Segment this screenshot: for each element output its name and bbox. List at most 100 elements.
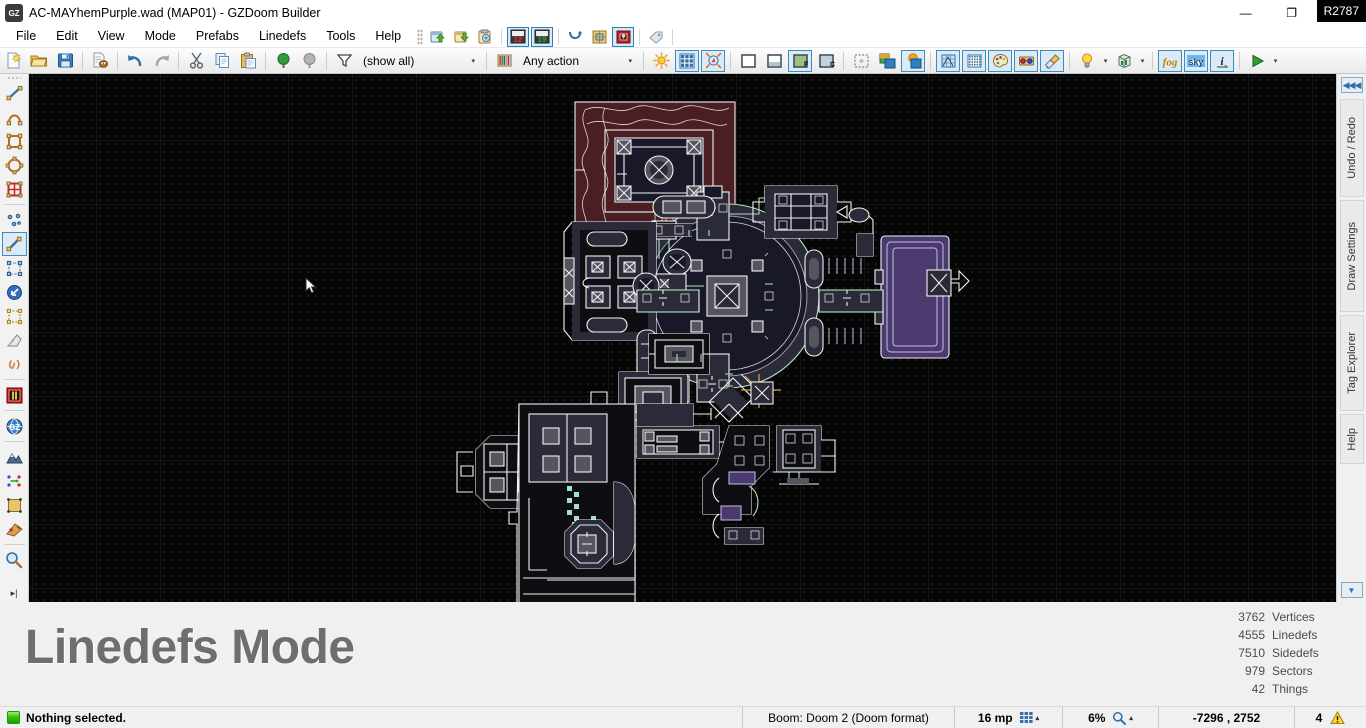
highlight-mode-icon[interactable]: [901, 49, 925, 72]
linedef-filter-combo[interactable]: (show all) ▾: [357, 51, 482, 71]
menu-mode[interactable]: Mode: [135, 26, 186, 47]
menu-view[interactable]: View: [88, 26, 135, 47]
status-zoom[interactable]: 6% ▴: [1062, 706, 1158, 728]
magnifier-icon[interactable]: [1112, 711, 1127, 725]
filter-funnel-icon[interactable]: [332, 50, 356, 72]
redo-icon[interactable]: [149, 50, 173, 72]
chevron-down-icon[interactable]: ▾: [1270, 57, 1281, 65]
tree-green-icon[interactable]: [271, 50, 295, 72]
paint-selection-icon[interactable]: [1040, 49, 1064, 72]
test-map-icon[interactable]: [88, 50, 112, 72]
color-palette-icon[interactable]: [988, 49, 1012, 72]
show-grid-icon[interactable]: [675, 49, 699, 72]
mode-visual-icon[interactable]: GZ: [2, 414, 27, 438]
menu-prefabs[interactable]: Prefabs: [186, 26, 249, 47]
action-list-icon[interactable]: [492, 50, 516, 72]
flip-sectors-icon[interactable]: [612, 26, 635, 47]
mode-thing-align-icon[interactable]: [2, 469, 27, 493]
tool-draw-grid-icon[interactable]: [2, 177, 27, 201]
chevron-down-icon[interactable]: ▾: [471, 57, 482, 65]
dock-tab-label: Undo / Redo: [1345, 117, 1358, 179]
mode-terrain-icon[interactable]: [2, 445, 27, 469]
mode-linedefs-icon[interactable]: [1, 232, 27, 256]
menu-edit[interactable]: Edit: [46, 26, 88, 47]
mode-slope-icon[interactable]: [2, 517, 27, 541]
new-map-icon[interactable]: [1, 50, 25, 72]
view-brightness-icon[interactable]: [762, 50, 786, 72]
warning-triangle-icon[interactable]: [1330, 710, 1346, 725]
menu-tools[interactable]: Tools: [316, 26, 365, 47]
grid-icon[interactable]: [1019, 712, 1033, 723]
test-map-icon[interactable]: [474, 27, 496, 47]
view-floors-icon[interactable]: F: [788, 49, 812, 72]
mode-bridge-icon[interactable]: [2, 493, 27, 517]
mode-find-replace-icon[interactable]: [2, 548, 27, 572]
paste-icon[interactable]: [236, 50, 260, 72]
chevron-up-icon[interactable]: ▴: [1036, 714, 1040, 722]
maximize-button[interactable]: ❐: [1269, 0, 1315, 26]
dock-tab-draw-settings[interactable]: Draw Settings: [1339, 200, 1364, 312]
map-sector-purple: [874, 235, 970, 359]
action-filter-combo[interactable]: Any action ▾: [517, 51, 639, 71]
sky-icon[interactable]: sky: [1184, 49, 1208, 72]
snap-to-grid-icon[interactable]: [936, 49, 960, 72]
curve-linedefs-icon[interactable]: [564, 27, 586, 47]
tool-draw-curve-icon[interactable]: [2, 105, 27, 129]
mode-vertices-icon[interactable]: [2, 208, 27, 232]
map-canvas[interactable]: .w { stroke:#f2f2f2; stroke-width:1.1; f…: [29, 74, 1336, 602]
tool-draw-line-icon[interactable]: [2, 81, 27, 105]
menu-help[interactable]: Help: [365, 26, 411, 47]
udmf-format-19-icon[interactable]: 19: [531, 26, 554, 47]
mode-sectors-icon[interactable]: [2, 256, 27, 280]
svg-text:i: i: [1220, 54, 1224, 68]
minimize-button[interactable]: —: [1223, 0, 1269, 26]
open-map-icon[interactable]: [27, 50, 51, 72]
tag-icon[interactable]: [645, 27, 667, 47]
things-filter-icon[interactable]: [1014, 49, 1038, 72]
chevron-up-icon[interactable]: ▴: [1129, 714, 1133, 722]
expand-dock-button[interactable]: ▼: [1340, 582, 1363, 598]
cut-icon[interactable]: [184, 50, 208, 72]
chevron-down-icon[interactable]: ▾: [1100, 57, 1111, 65]
mode-things-icon[interactable]: [2, 280, 27, 304]
doom-format-12-icon[interactable]: 12: [507, 26, 530, 47]
status-memory[interactable]: 16 mp ▴: [954, 706, 1062, 728]
tool-draw-rectangle-icon[interactable]: [2, 129, 27, 153]
menu-file[interactable]: File: [6, 26, 46, 47]
export-wad-icon[interactable]: [426, 27, 448, 47]
dock-tab-tag-explorer[interactable]: Tag Explorer: [1339, 315, 1364, 411]
left-toolbar-expand-handle[interactable]: ▸|: [2, 584, 27, 602]
sector-grid-icon[interactable]: [588, 27, 610, 47]
models-icon[interactable]: [1112, 50, 1136, 72]
view-wireframe-icon[interactable]: [736, 50, 760, 72]
chevron-down-icon[interactable]: ▾: [1137, 57, 1148, 65]
save-map-icon[interactable]: [53, 50, 77, 72]
menu-linedefs[interactable]: Linedefs: [249, 26, 316, 47]
tree-grey-icon[interactable]: [297, 50, 321, 72]
chevron-down-icon[interactable]: ▾: [628, 57, 639, 65]
dock-tab-help[interactable]: Help: [1339, 414, 1364, 464]
mode-brightness-icon[interactable]: [2, 328, 27, 352]
tool-draw-ellipse-icon[interactable]: [2, 153, 27, 177]
copy-icon[interactable]: [210, 50, 234, 72]
collapse-dock-button[interactable]: ◀◀◀: [1340, 77, 1363, 93]
dynamic-light-icon[interactable]: [1075, 50, 1099, 72]
toolbar-drag-handle[interactable]: [417, 28, 424, 45]
grid-density-icon[interactable]: [962, 49, 986, 72]
undo-icon[interactable]: [123, 50, 147, 72]
sync-camera-icon[interactable]: [701, 49, 725, 72]
status-warnings[interactable]: 4: [1294, 706, 1366, 728]
mode-edit-selection-icon[interactable]: [2, 304, 27, 328]
brightness-icon[interactable]: [649, 50, 673, 72]
status-warning-count: 4: [1315, 710, 1323, 725]
fog-icon[interactable]: fog: [1158, 49, 1182, 72]
select-marquee-icon[interactable]: [849, 50, 873, 72]
mode-3d-floors-icon[interactable]: [2, 383, 27, 407]
info-icon[interactable]: i: [1210, 49, 1234, 72]
import-wad-icon[interactable]: [450, 27, 472, 47]
mode-sound-propagation-icon[interactable]: [2, 352, 27, 376]
view-ceilings-icon[interactable]: C: [814, 50, 838, 72]
run-game-icon[interactable]: [1245, 50, 1269, 72]
dock-tab-undo-redo[interactable]: Undo / Redo: [1339, 99, 1364, 197]
texture-mode-icon[interactable]: [875, 50, 899, 72]
